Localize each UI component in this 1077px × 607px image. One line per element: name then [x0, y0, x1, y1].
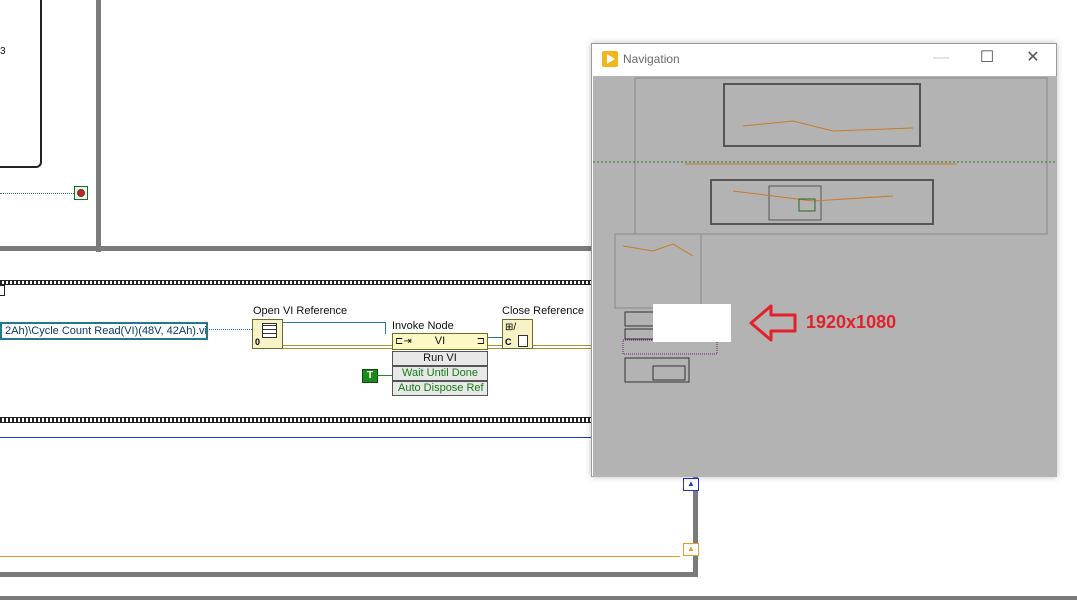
open-vi-reference-label: Open VI Reference: [253, 305, 348, 317]
invoke-node-method[interactable]: Run VI: [392, 351, 488, 366]
ref-wire-a-rise: [385, 322, 386, 334]
red-arrow-icon: [749, 304, 797, 342]
close-ref-doc-icon: [518, 335, 528, 347]
stop-icon: [77, 189, 85, 197]
structure-corner-terminal: [0, 285, 5, 296]
invoke-node-in-icon: ⊏⇥: [395, 336, 412, 347]
invoke-param-auto-dispose-ref-label: Auto Dispose Ref: [398, 382, 484, 394]
invoke-node-out-icon: ⊐: [476, 336, 485, 347]
upper-structure-bottom-border: [0, 246, 600, 251]
lower-structure-top-border: [0, 280, 600, 285]
close-button[interactable]: ✕: [1010, 44, 1056, 72]
invoke-param-auto-dispose-ref[interactable]: Auto Dispose Ref: [392, 381, 488, 396]
close-ref-terminal: C: [505, 337, 512, 347]
true-constant[interactable]: T: [362, 369, 378, 383]
open-vi-ref-icon: [262, 323, 277, 338]
left-shift-register-icon[interactable]: ▲: [683, 478, 699, 491]
nav-window-title: Navigation: [623, 52, 680, 66]
ref-wire-b: [488, 337, 502, 338]
invoke-param-wait-until-done-label: Wait Until Done: [402, 367, 479, 379]
nav-app-icon: [602, 51, 618, 67]
path-wire: [206, 329, 252, 330]
right-shift-register-icon[interactable]: ▲: [683, 543, 699, 556]
open-vi-ref-terminal: 0: [255, 337, 261, 347]
navigation-overview-canvas[interactable]: [593, 76, 1057, 477]
navigation-window[interactable]: Navigation — ☐ ✕: [591, 43, 1057, 477]
play-icon: [607, 54, 615, 64]
close-reference-label: Close Reference: [502, 305, 584, 317]
minimize-button[interactable]: —: [918, 44, 964, 72]
error-wire-b: [488, 345, 502, 349]
page-bottom-border: [0, 596, 1077, 600]
error-wire-c: [533, 345, 593, 349]
ref-wire-a: [283, 322, 385, 323]
bool-wire: [376, 375, 393, 376]
invoke-node-class: VI: [434, 335, 446, 347]
invoke-param-wait-until-done[interactable]: Wait Until Done: [392, 366, 488, 381]
diagram-thumbnail: [593, 77, 1057, 383]
outer-structure-bottom-border: [0, 572, 698, 577]
error-wire-a: [283, 345, 393, 349]
invoke-node-header[interactable]: ⊏⇥ VI ⊐: [392, 333, 488, 350]
open-vi-reference-node[interactable]: 0: [252, 319, 283, 349]
vi-path-constant[interactable]: 2Ah)\Cycle Count Read(VI)(48V, 42Ah).vi: [0, 322, 208, 340]
outer-structure-right-border: [693, 477, 698, 577]
dotted-wire-upper: [0, 193, 74, 194]
close-ref-icon: ⊞/: [505, 322, 517, 333]
close-reference-node[interactable]: ⊞/ C: [502, 319, 533, 349]
viewport-indicator[interactable]: [653, 304, 731, 342]
stop-button-terminal[interactable]: [74, 186, 88, 200]
orange-wire-horizontal: [0, 556, 680, 557]
upper-structure-right-border: [96, 0, 101, 252]
lower-structure-mid-border: [0, 417, 600, 423]
partial-constant-text: 3: [0, 46, 6, 57]
maximize-button[interactable]: ☐: [964, 44, 1010, 72]
blue-wire-horizontal: [0, 437, 600, 438]
invoke-node-label: Invoke Node: [392, 320, 454, 332]
inner-case-frame: [0, 0, 42, 168]
resolution-annotation: 1920x1080: [806, 312, 897, 332]
